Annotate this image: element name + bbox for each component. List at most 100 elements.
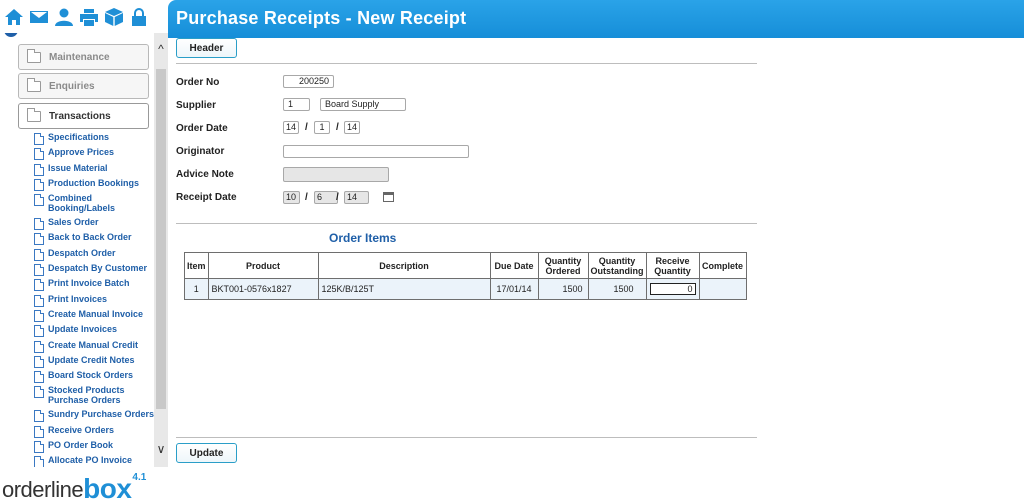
sidebar-item-create-manual-credit[interactable]: Create Manual Credit (34, 340, 156, 355)
lock-icon[interactable] (129, 6, 149, 28)
order-date-month-field[interactable]: 1 (314, 121, 330, 134)
sidebar-item-despatch-by-customer[interactable]: Despatch By Customer (34, 263, 156, 278)
mail-icon[interactable] (29, 6, 49, 28)
print-icon[interactable] (79, 6, 99, 28)
divider (176, 63, 757, 64)
sidebar-item-sales-order[interactable]: Sales Order (34, 217, 156, 232)
toolbar (0, 0, 168, 33)
sidebar-item-despatch-order[interactable]: Despatch Order (34, 248, 156, 263)
folder-icon (27, 48, 41, 63)
home-icon[interactable] (4, 6, 24, 28)
column-header: Item (184, 252, 209, 279)
sidebar-item-label: Sundry Purchase Orders (48, 409, 155, 420)
sidebar-item-print-invoice-batch[interactable]: Print Invoice Batch (34, 278, 156, 293)
sidebar-item-issue-material[interactable]: Issue Material (34, 163, 156, 178)
sidebar-item-approve-prices[interactable]: Approve Prices (34, 147, 156, 162)
folder-label: Enquiries (49, 80, 95, 92)
folder-icon (27, 77, 41, 92)
main-content: Header Order No 200250 Supplier 1 Board … (168, 38, 1024, 503)
sidebar-item-po-order-book[interactable]: PO Order Book (34, 440, 156, 455)
sidebar-item-label: PO Order Book (48, 440, 114, 451)
sidebar-item-receive-orders[interactable]: Receive Orders (34, 425, 156, 440)
sidebar-item-sundry-purchase-orders[interactable]: Sundry Purchase Orders (34, 409, 156, 424)
folder-maintenance[interactable]: Maintenance (18, 44, 149, 70)
sidebar-item-back-to-back-order[interactable]: Back to Back Order (34, 232, 156, 247)
receipt-date-month-field[interactable]: 6 (314, 191, 338, 204)
sidebar-item-label: Print Invoices (48, 293, 108, 304)
order-date-year-field[interactable]: 14 (344, 121, 360, 134)
sidebar-item-label: Approve Prices (48, 147, 115, 158)
document-icon (34, 371, 44, 384)
date-separator: / (336, 192, 339, 203)
originator-field[interactable] (283, 145, 469, 158)
cell-qty-outstanding: 1500 (587, 278, 647, 300)
cell-complete[interactable] (698, 278, 747, 300)
box-icon[interactable] (104, 6, 124, 28)
column-header: Quantity Outstanding (587, 252, 647, 279)
header-button[interactable]: Header (176, 38, 237, 58)
logo-version: 4.1 (132, 472, 147, 483)
cell-item: 1 (184, 278, 209, 300)
sidebar-item-label: Sales Order (48, 217, 99, 228)
sidebar: ^ ∨ Maintenance Enquiries Transactions S… (0, 33, 168, 467)
receipt-date-day-field[interactable]: 10 (283, 191, 300, 204)
supplier-code-field[interactable]: 1 (283, 98, 310, 111)
sidebar-item-label: Production Bookings (48, 177, 139, 188)
logo-text: orderline (2, 477, 84, 502)
sidebar-item-create-manual-invoice[interactable]: Create Manual Invoice (34, 309, 156, 324)
user-icon[interactable] (54, 6, 74, 28)
logo: orderline box 4.1 (2, 468, 146, 503)
sidebar-item-production-bookings[interactable]: Production Bookings (34, 178, 156, 193)
sidebar-item-board-stock-orders[interactable]: Board Stock Orders (34, 370, 156, 385)
chevron-down-icon[interactable]: ∨ (155, 443, 167, 455)
divider (176, 437, 757, 438)
document-icon (34, 218, 44, 231)
sidebar-item-allocate-po-invoice[interactable]: Allocate PO Invoice (34, 455, 156, 467)
sidebar-item-update-invoices[interactable]: Update Invoices (34, 324, 156, 339)
sidebar-item-label: Issue Material (48, 162, 108, 173)
sidebar-item-label: Back to Back Order (48, 232, 132, 243)
folder-transactions[interactable]: Transactions (18, 103, 149, 129)
receive-quantity-input[interactable]: 0 (649, 283, 696, 295)
sidebar-item-label: Despatch By Customer (48, 263, 148, 274)
receipt-date-year-field[interactable]: 14 (344, 191, 369, 204)
folder-enquiries[interactable]: Enquiries (18, 73, 149, 99)
sidebar-item-label: Update Credit Notes (48, 354, 135, 365)
page-title: Purchase Receipts - New Receipt (176, 8, 467, 28)
cell-due-date: 17/01/14 (489, 278, 539, 300)
date-separator: / (336, 122, 339, 133)
logo-brand: box (83, 473, 132, 503)
order-no-field[interactable]: 200250 (283, 75, 334, 88)
sidebar-item-label: Create Manual Invoice (48, 308, 144, 319)
sidebar-item-label: Receive Orders (48, 424, 115, 435)
sidebar-item-stocked-products-purchase-orders[interactable]: Stocked Products Purchase Orders (34, 385, 156, 409)
receipt-date-label: Receipt Date (176, 192, 237, 203)
order-date-day-field[interactable]: 14 (283, 121, 299, 134)
supplier-name-field[interactable]: Board Supply (320, 98, 406, 111)
sidebar-item-update-credit-notes[interactable]: Update Credit Notes (34, 355, 156, 370)
advice-note-label: Advice Note (176, 169, 234, 180)
calendar-icon[interactable] (383, 192, 394, 202)
column-header: Description (317, 252, 491, 279)
document-icon (34, 340, 44, 353)
document-icon (34, 456, 44, 467)
sidebar-item-combined-booking-labels[interactable]: Combined Booking/Labels (34, 193, 156, 217)
breadcrumb-icon (4, 33, 18, 37)
sidebar-scrollbar-thumb[interactable] (156, 69, 166, 409)
chevron-up-icon[interactable]: ^ (155, 43, 167, 55)
sidebar-item-specifications[interactable]: Specifications (34, 132, 156, 147)
date-separator: / (305, 122, 308, 133)
sidebar-item-label: Board Stock Orders (48, 370, 134, 381)
document-icon (34, 410, 44, 423)
sidebar-item-print-invoices[interactable]: Print Invoices (34, 294, 156, 309)
cell-description: 125K/B/125T (317, 278, 491, 300)
column-header: Due Date (489, 252, 539, 279)
update-button[interactable]: Update (176, 443, 237, 463)
table-row[interactable]: 1 BKT001-0576x1827 125K/B/125T 17/01/14 … (184, 278, 747, 300)
advice-note-field[interactable] (283, 167, 389, 182)
column-header: Complete (698, 252, 747, 279)
folder-label: Transactions (49, 110, 111, 122)
column-header: Product (207, 252, 319, 279)
sidebar-item-label: Create Manual Credit (48, 339, 139, 350)
document-icon (34, 279, 44, 292)
